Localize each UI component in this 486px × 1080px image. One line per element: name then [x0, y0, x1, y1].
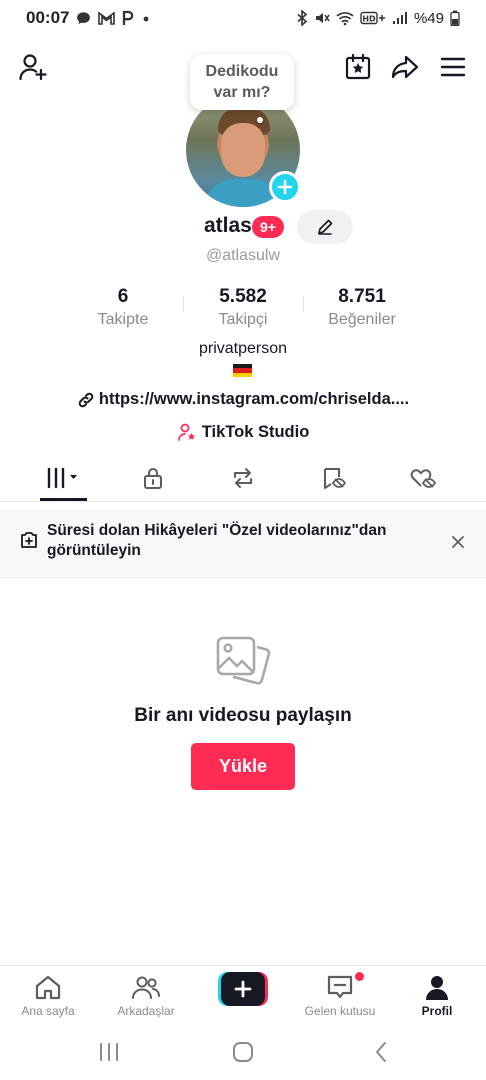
close-icon — [452, 536, 464, 548]
profile-icon — [426, 976, 448, 1000]
username: atlas — [204, 214, 252, 237]
nav-label: Profil — [421, 1004, 453, 1018]
photos-icon — [213, 635, 273, 696]
stat-label: Beğeniler — [328, 311, 396, 328]
videos-grid-icon — [47, 467, 77, 489]
repost-icon — [234, 468, 252, 488]
home-system-button[interactable] — [228, 1039, 258, 1065]
note-bubble-line1: Dedikodu — [205, 63, 279, 80]
stat-likes[interactable]: 8.751 Beğeniler — [297, 286, 427, 329]
mute-icon — [314, 10, 330, 26]
bio-link-text: https://www.instagram.com/chriselda.... — [98, 390, 410, 408]
battery-percent: %49 — [413, 9, 444, 27]
inbox-icon — [327, 975, 353, 999]
note-bubble-line2: var mı? — [213, 84, 271, 101]
note-bubble[interactable]: Dedikodu var mı? — [190, 54, 294, 110]
system-nav-bar — [0, 1023, 486, 1080]
menu-button[interactable] — [436, 50, 470, 84]
user-handle: @atlasulw — [205, 247, 281, 264]
edit-profile-button[interactable] — [297, 210, 353, 244]
tiktok-studio-label: TikTok Studio — [201, 422, 310, 441]
stat-value: 6 — [117, 286, 129, 307]
link-icon — [78, 392, 94, 407]
tab-private[interactable] — [123, 462, 183, 494]
nav-label: Arkadaşlar — [117, 1004, 175, 1018]
share-profile-button[interactable] — [388, 50, 422, 84]
germany-flag-icon — [233, 364, 252, 377]
pencil-icon — [318, 219, 333, 235]
create-button[interactable] — [218, 972, 268, 1006]
tab-favorites[interactable] — [303, 462, 363, 494]
bluetooth-icon — [297, 10, 308, 26]
notification-badge[interactable]: 9+ — [252, 216, 284, 238]
create-plus-icon — [234, 980, 252, 998]
home-icon — [35, 975, 61, 1000]
menu-icon — [440, 57, 466, 77]
home-square-icon — [233, 1042, 253, 1062]
add-story-button[interactable] — [269, 171, 301, 203]
chat-bubble-icon — [76, 11, 91, 26]
hd-plus-icon: HD — [360, 11, 386, 25]
notice-text: Süresi dolan Hikâyeleri "Özel videoların… — [47, 522, 387, 559]
nav-inbox[interactable]: Gelen kutusu — [295, 974, 385, 1018]
plus-icon — [277, 179, 293, 195]
upload-button[interactable]: Yükle — [191, 743, 295, 790]
notice-close-button[interactable] — [446, 530, 470, 554]
tab-liked[interactable] — [393, 462, 453, 494]
name-row: atlas 9+ — [0, 210, 486, 244]
stat-following[interactable]: 6 Takipte — [58, 286, 188, 329]
nav-label: Ana sayfa — [21, 1004, 75, 1018]
inbox-notification-dot — [355, 972, 364, 981]
favorites-icon — [324, 468, 346, 489]
stat-label: Takipte — [97, 311, 149, 328]
profile-tabs — [0, 454, 486, 502]
add-friend-icon — [19, 54, 47, 81]
share-icon — [391, 55, 419, 79]
tab-reposts[interactable] — [213, 462, 273, 494]
tab-videos[interactable] — [33, 462, 93, 494]
back-chevron-icon — [376, 1042, 386, 1062]
gmail-icon — [98, 11, 116, 25]
tiktok-studio-link[interactable]: TikTok Studio — [0, 422, 486, 442]
bubble-dot — [257, 117, 263, 123]
back-button[interactable] — [366, 1039, 396, 1065]
bio-link[interactable]: https://www.instagram.com/chriselda.... — [0, 390, 486, 409]
nav-label: Gelen kutusu — [304, 1004, 376, 1018]
nav-home[interactable]: Ana sayfa — [3, 974, 93, 1018]
status-time: 00:07 — [26, 8, 70, 27]
battery-icon — [450, 10, 460, 26]
person-star-icon — [177, 423, 195, 441]
empty-state-title: Bir anı videosu paylaşın — [134, 705, 352, 726]
p-icon — [122, 10, 134, 26]
story-plus-icon — [19, 530, 39, 555]
nav-profile[interactable]: Profil — [392, 974, 482, 1018]
stat-label: Takipçi — [218, 311, 268, 328]
bio-text: privatperson — [198, 340, 288, 357]
recent-apps-icon — [100, 1043, 118, 1061]
calendar-button[interactable] — [341, 50, 375, 84]
status-bar: 00:07 HD %49 — [0, 0, 486, 36]
lock-icon — [144, 468, 162, 489]
calendar-star-icon — [345, 53, 371, 80]
signal-icon — [392, 11, 408, 25]
stat-value: 8.751 — [338, 286, 386, 307]
dot-icon — [141, 13, 151, 23]
svg-text:HD: HD — [362, 15, 376, 24]
liked-hidden-icon — [410, 469, 437, 488]
wifi-icon — [336, 11, 354, 26]
stories-notice-banner[interactable]: Süresi dolan Hikâyeleri "Özel videoların… — [0, 510, 486, 578]
bottom-nav: Ana sayfa Arkadaşlar Gelen kutusu Profil — [0, 965, 486, 1023]
nav-friends[interactable]: Arkadaşlar — [101, 974, 191, 1018]
add-friend-button[interactable] — [16, 50, 50, 84]
active-tab-indicator — [40, 498, 87, 501]
friends-icon — [132, 976, 160, 999]
stat-followers[interactable]: 5.582 Takipçi — [178, 286, 308, 329]
stat-value: 5.582 — [219, 286, 267, 307]
recent-apps-button[interactable] — [94, 1039, 124, 1065]
